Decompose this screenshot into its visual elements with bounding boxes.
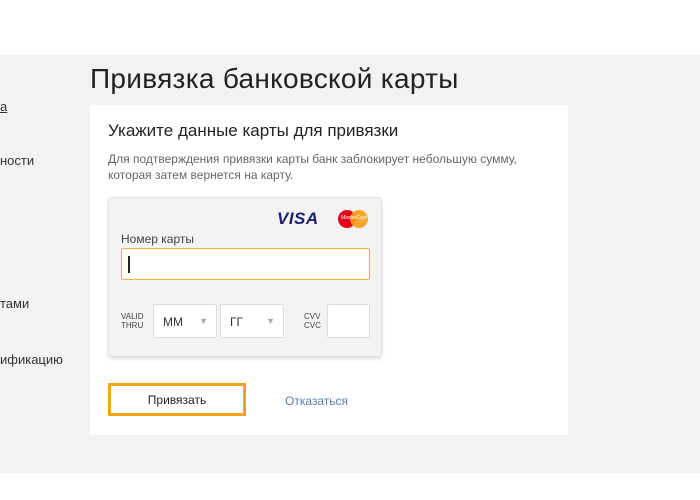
chevron-down-icon: ▼ bbox=[266, 316, 275, 326]
month-select[interactable]: ММ ▼ bbox=[153, 304, 217, 338]
page-title: Привязка банковской карты bbox=[90, 63, 459, 94]
visa-logo: VISA bbox=[277, 209, 319, 228]
sidebar-item-2[interactable]: ности bbox=[0, 153, 34, 168]
card-binding-panel: Укажите данные карты для привязки Для по… bbox=[90, 105, 568, 435]
panel-description: Для подтверждения привязки карты банк за… bbox=[108, 152, 517, 182]
month-select-value: ММ bbox=[163, 315, 183, 329]
card-form: VISA MasterCard Номер карты VALID THRU М… bbox=[108, 197, 382, 357]
year-select[interactable]: ГГ ▼ bbox=[220, 304, 284, 338]
bind-card-button[interactable]: Привязать bbox=[108, 383, 246, 416]
cvv-label: CVV CVC bbox=[304, 312, 321, 330]
panel-heading: Укажите данные карты для привязки bbox=[108, 121, 399, 140]
cvv-input[interactable] bbox=[327, 304, 370, 338]
valid-thru-label: VALID THRU bbox=[121, 312, 144, 330]
year-select-value: ГГ bbox=[230, 315, 243, 329]
mastercard-logo: MasterCard bbox=[338, 210, 370, 228]
card-number-label: Номер карты bbox=[121, 232, 194, 246]
sidebar-item-3[interactable]: тами bbox=[0, 296, 29, 311]
cancel-link[interactable]: Отказаться bbox=[285, 394, 348, 408]
sidebar-item-1[interactable]: a bbox=[0, 99, 7, 114]
text-caret bbox=[128, 256, 130, 273]
card-number-input[interactable] bbox=[121, 248, 370, 280]
chevron-down-icon: ▼ bbox=[199, 316, 208, 326]
sidebar-item-4[interactable]: ификацию bbox=[0, 352, 63, 367]
page-background: a ности тами ификацию Привязка банковско… bbox=[0, 55, 700, 473]
